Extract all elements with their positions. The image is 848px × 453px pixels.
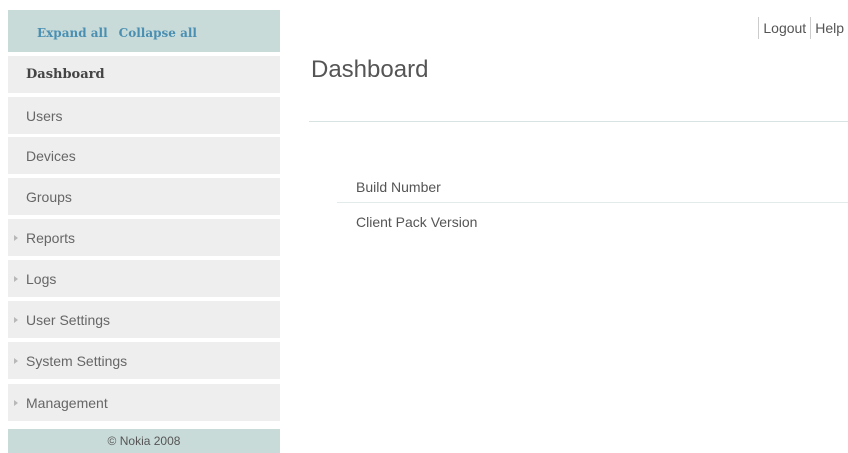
- sidebar-item-system-settings[interactable]: System Settings: [8, 342, 280, 379]
- sidebar-item-label: System Settings: [26, 352, 128, 369]
- sidebar-item-label: Logs: [26, 270, 57, 287]
- collapse-all-link[interactable]: Collapse all: [119, 26, 197, 40]
- sidebar-item-user-settings[interactable]: User Settings: [8, 301, 280, 338]
- title-divider: [309, 121, 848, 122]
- sidebar-item-label: Users: [26, 107, 63, 124]
- sidebar-item-management[interactable]: Management: [8, 384, 280, 421]
- sidebar-item-label: Management: [26, 394, 108, 411]
- page-title: Dashboard: [311, 56, 429, 83]
- sidebar-item-logs[interactable]: Logs: [8, 260, 280, 297]
- sidebar-item-label: Groups: [26, 188, 72, 205]
- sidebar-item-label: Reports: [26, 229, 76, 246]
- app-window: Expand all Collapse all Dashboard Users …: [0, 0, 848, 453]
- sidebar-item-groups[interactable]: Groups: [8, 178, 280, 215]
- sidebar-item-label: Devices: [26, 147, 76, 164]
- help-link[interactable]: Help: [811, 20, 848, 36]
- sidebar-item-label: User Settings: [26, 311, 111, 328]
- sidebar-item-label: Dashboard: [26, 67, 105, 82]
- expand-arrow-icon: [14, 357, 18, 364]
- sidebar-item-devices[interactable]: Devices: [8, 137, 280, 174]
- sidebar-item-reports[interactable]: Reports: [8, 219, 280, 256]
- info-row-client-pack-version: Client Pack Version: [337, 206, 848, 237]
- expand-arrow-icon: [14, 275, 18, 282]
- expand-all-link[interactable]: Expand all: [37, 26, 108, 40]
- info-label: Build Number: [356, 179, 441, 195]
- sidebar-item-users[interactable]: Users: [8, 97, 280, 134]
- sidebar-item-dashboard[interactable]: Dashboard: [8, 56, 280, 93]
- logout-link[interactable]: Logout: [759, 20, 810, 36]
- sidebar: Expand all Collapse all Dashboard Users …: [8, 10, 280, 453]
- expand-arrow-icon: [14, 234, 18, 241]
- expand-arrow-icon: [14, 316, 18, 323]
- info-label: Client Pack Version: [356, 213, 478, 230]
- info-row-build-number: Build Number: [337, 172, 848, 203]
- expand-arrow-icon: [14, 399, 18, 406]
- sidebar-toolbar: Expand all Collapse all: [8, 10, 280, 52]
- header-links: Logout Help: [758, 14, 848, 41]
- copyright-footer: © Nokia 2008: [8, 429, 280, 453]
